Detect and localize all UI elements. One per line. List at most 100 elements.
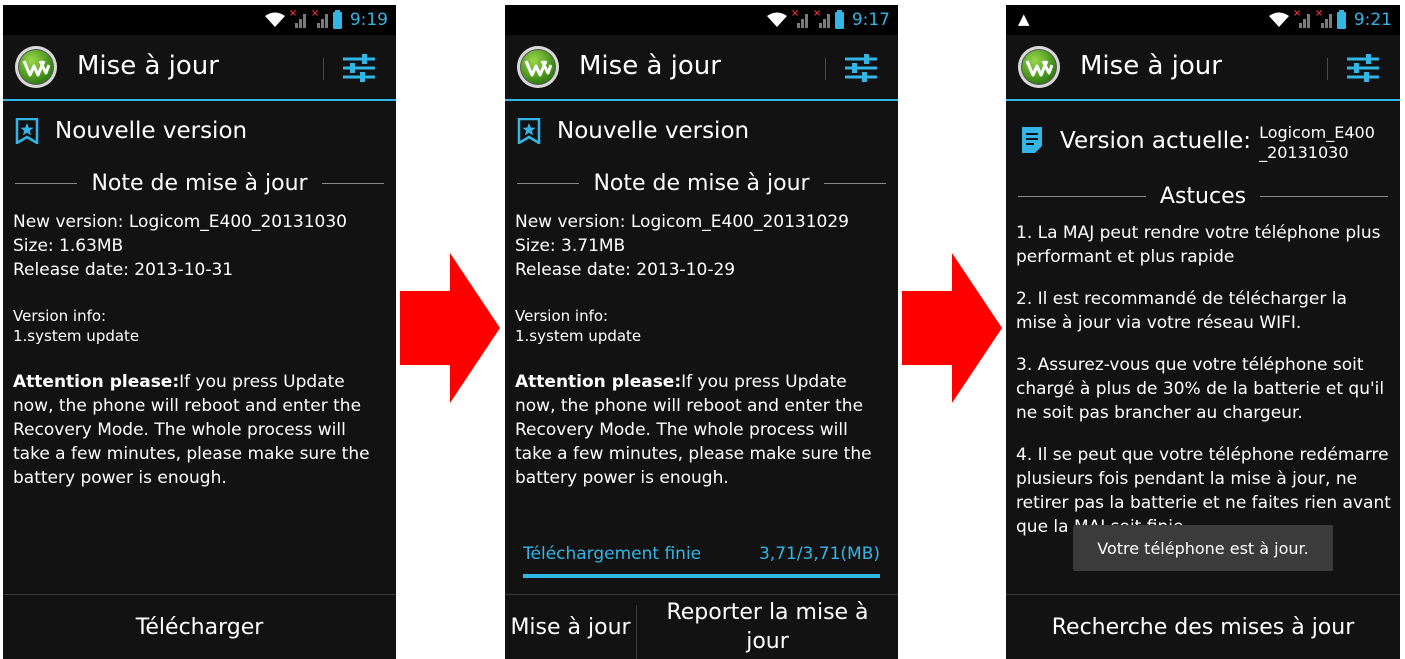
action-divider xyxy=(1327,58,1328,80)
version-info: Version info: 1.system update xyxy=(515,306,890,346)
note-header: Note de mise à jour xyxy=(517,171,887,196)
progress-label: Téléchargement finie xyxy=(523,544,702,564)
logicom-logo-icon[interactable] xyxy=(15,46,57,88)
update-note-content: Nouvelle version Note de mise à jour New… xyxy=(505,101,898,594)
section-title: Nouvelle version xyxy=(55,118,248,144)
bookmark-star-icon xyxy=(517,118,541,144)
size-text: Size: 1.63MB xyxy=(13,236,124,256)
update-now-button[interactable]: Mise à jour xyxy=(505,595,636,659)
phone-screen-new-version: × × 9:19 Mise à jour Nouvelle version No… xyxy=(3,5,396,659)
divider-line xyxy=(1018,196,1146,197)
arrow-shape xyxy=(400,253,500,403)
section-title: Nouvelle version xyxy=(557,118,750,144)
current-version-label: Version actuelle: xyxy=(1060,128,1252,154)
size-text: Size: 3.71MB xyxy=(515,236,626,256)
divider-line xyxy=(823,183,887,184)
new-version-text: New version: Logicom_E400_20131030 xyxy=(13,212,347,232)
section-header: Nouvelle version xyxy=(15,118,247,144)
signal-icon: × xyxy=(311,8,329,29)
update-details: New version: Logicom_E400_20131029 Size:… xyxy=(515,210,890,490)
sliders-icon[interactable] xyxy=(1346,53,1380,83)
action-divider xyxy=(323,58,324,80)
version-info: Version info: 1.system update xyxy=(13,306,388,346)
bottom-action-bar: Télécharger xyxy=(3,594,396,659)
update-note-content: Nouvelle version Note de mise à jour New… xyxy=(3,101,396,594)
wifi-icon xyxy=(766,12,787,27)
app-title: Mise à jour xyxy=(1080,51,1222,81)
new-version-text: New version: Logicom_E400_20131029 xyxy=(515,212,849,232)
note-header: Note de mise à jour xyxy=(15,171,385,196)
tips-content: Version actuelle: Logicom_E400_20131030 … xyxy=(1006,101,1400,594)
progress-fill xyxy=(523,574,880,578)
progress-value: 3,71/3,71(MB) xyxy=(758,544,880,564)
version-info-label: Version info: xyxy=(515,307,609,325)
bottom-action-bar: Mise à jour Reporter la mise à jour xyxy=(505,594,898,659)
version-info-label: Version info: xyxy=(13,307,107,325)
attention-text: Attention please:If you press Update now… xyxy=(13,370,388,490)
release-date-text: Release date: 2013-10-29 xyxy=(515,260,736,280)
bookmark-star-icon xyxy=(15,118,39,144)
download-progress: Téléchargement finie 3,71/3,71(MB) xyxy=(523,544,880,578)
attention-label: Attention please: xyxy=(515,372,682,392)
battery-icon xyxy=(332,9,342,29)
note-title: Note de mise à jour xyxy=(593,171,810,196)
tip-item: 2. Il est recommandé de télécharger la m… xyxy=(1016,289,1347,333)
signal-icon: × xyxy=(791,8,809,29)
action-bar: Mise à jour xyxy=(3,35,396,101)
tip-item: 3. Assurez-vous que votre téléphone soit… xyxy=(1016,355,1385,423)
note-title: Note de mise à jour xyxy=(91,171,308,196)
action-bar: Mise à jour xyxy=(1006,35,1400,101)
check-updates-button[interactable]: Recherche des mises à jour xyxy=(1006,595,1400,659)
update-details: New version: Logicom_E400_20131030 Size:… xyxy=(13,210,388,490)
sliders-icon[interactable] xyxy=(844,53,878,83)
action-divider xyxy=(825,58,826,80)
arrow-right-icon xyxy=(400,253,500,403)
status-time: 9:19 xyxy=(349,10,388,30)
status-bar: × × 9:17 xyxy=(505,5,898,35)
battery-icon xyxy=(834,9,844,29)
attention-label: Attention please: xyxy=(13,372,180,392)
tips-header: Astuces xyxy=(1018,184,1388,209)
toast-message: Votre téléphone est à jour. xyxy=(1073,525,1333,571)
tip-item: 1. La MAJ peut rendre votre téléphone pl… xyxy=(1016,223,1381,267)
wifi-icon xyxy=(1268,12,1289,27)
attention-text: Attention please:If you press Update now… xyxy=(515,370,890,490)
version-info-value: 1.system update xyxy=(13,327,140,345)
signal-icon: × xyxy=(1315,8,1333,29)
arrow-right-icon xyxy=(902,253,1002,403)
section-header: Nouvelle version xyxy=(517,118,749,144)
bottom-action-bar: Recherche des mises à jour xyxy=(1006,594,1400,659)
divider-line xyxy=(15,183,78,184)
status-bar: ▲ × × 9:21 xyxy=(1006,5,1400,35)
app-title: Mise à jour xyxy=(579,51,721,81)
arrow-shape xyxy=(902,253,1002,403)
logicom-logo-icon[interactable] xyxy=(1018,46,1060,88)
tips-list: 1. La MAJ peut rendre votre téléphone pl… xyxy=(1016,221,1392,557)
status-time: 9:21 xyxy=(1353,10,1392,30)
logicom-logo-icon[interactable] xyxy=(517,46,559,88)
phone-screen-download-complete: × × 9:17 Mise à jour Nouvelle version No… xyxy=(505,5,898,659)
signal-icon: × xyxy=(813,8,831,29)
divider-line xyxy=(1260,196,1388,197)
version-info-value: 1.system update xyxy=(515,327,642,345)
sliders-icon[interactable] xyxy=(342,53,376,83)
postpone-update-button[interactable]: Reporter la mise à jour xyxy=(637,595,898,659)
current-version-row: Version actuelle: Logicom_E400_20131030 xyxy=(1020,123,1392,163)
progress-track xyxy=(523,574,880,578)
document-icon xyxy=(1022,127,1042,153)
download-button[interactable]: Télécharger xyxy=(3,595,396,659)
current-version-value: Logicom_E400_20131030 xyxy=(1259,123,1375,162)
tips-title: Astuces xyxy=(1159,184,1247,209)
app-title: Mise à jour xyxy=(77,51,219,81)
battery-icon xyxy=(1336,9,1346,29)
status-bar: × × 9:19 xyxy=(3,5,396,35)
signal-icon: × xyxy=(1293,8,1311,29)
action-bar: Mise à jour xyxy=(505,35,898,101)
status-time: 9:17 xyxy=(851,10,890,30)
signal-icon: × xyxy=(289,8,307,29)
wifi-icon xyxy=(264,12,285,27)
release-date-text: Release date: 2013-10-31 xyxy=(13,260,234,280)
warning-icon: ▲ xyxy=(1018,10,1030,28)
divider-line xyxy=(517,183,580,184)
divider-line xyxy=(321,183,385,184)
